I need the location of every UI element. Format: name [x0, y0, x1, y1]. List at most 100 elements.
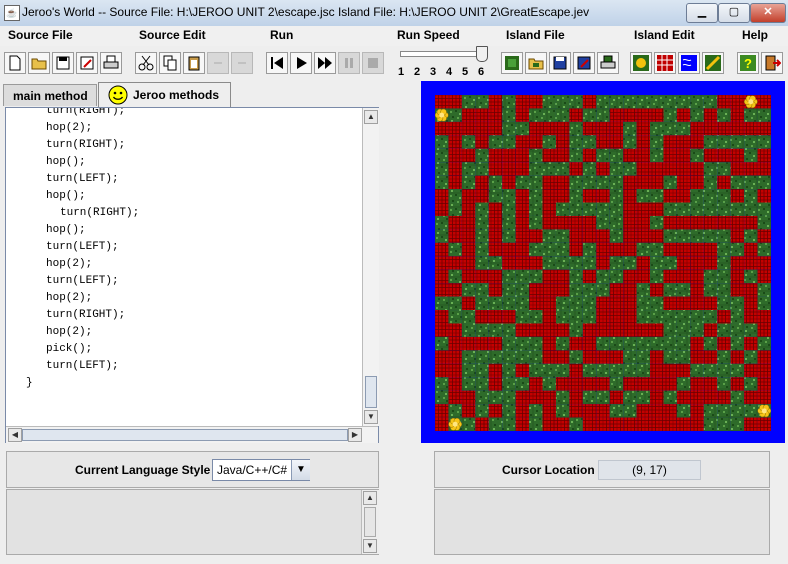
net-cell[interactable] [488, 363, 503, 378]
grass-cell[interactable] [744, 148, 758, 163]
net-cell[interactable] [757, 256, 771, 270]
chevron-down-icon[interactable]: ▼ [291, 460, 310, 480]
grass-cell[interactable] [435, 175, 449, 190]
net-cell[interactable] [663, 296, 677, 311]
grass-cell[interactable] [730, 202, 745, 216]
grass-cell[interactable] [448, 310, 462, 324]
net-cell[interactable] [757, 121, 771, 136]
grass-cell[interactable] [515, 296, 530, 311]
net-cell[interactable] [542, 121, 556, 136]
grass-cell[interactable] [502, 296, 516, 311]
net-cell[interactable] [529, 390, 543, 405]
menu-island-file[interactable]: Island File [506, 28, 565, 42]
grass-cell[interactable] [663, 350, 677, 364]
net-cell[interactable] [623, 108, 637, 122]
net-cell[interactable] [690, 336, 704, 351]
grass-cell[interactable] [623, 390, 637, 405]
net-cell[interactable] [555, 283, 570, 297]
menu-source-file[interactable]: Source File [8, 28, 73, 42]
net-cell[interactable] [515, 162, 530, 176]
net-cell[interactable] [475, 189, 489, 203]
grass-cell[interactable] [703, 175, 718, 190]
net-cell[interactable] [555, 175, 570, 190]
net-cell[interactable] [596, 323, 610, 337]
grass-cell[interactable] [448, 296, 462, 311]
grass-cell[interactable] [529, 189, 543, 203]
net-cell[interactable] [636, 229, 651, 243]
net-cell[interactable] [636, 269, 651, 284]
net-cell[interactable] [569, 390, 583, 405]
grass-cell[interactable] [703, 95, 718, 109]
net-cell[interactable] [596, 417, 610, 431]
grass-cell[interactable] [636, 390, 651, 405]
grass-cell[interactable] [435, 296, 449, 311]
flower-icon[interactable] [757, 404, 771, 418]
net-cell[interactable] [435, 363, 449, 378]
scroll-left-button[interactable]: ◀ [8, 428, 22, 442]
grass-cell[interactable] [717, 256, 731, 270]
net-cell[interactable] [623, 296, 637, 311]
net-cell[interactable] [475, 336, 489, 351]
grass-cell[interactable] [461, 162, 476, 176]
grass-cell[interactable] [730, 336, 745, 351]
print-island-button[interactable] [597, 52, 619, 74]
grass-cell[interactable] [757, 108, 771, 122]
net-cell[interactable] [502, 162, 516, 176]
grass-cell[interactable] [623, 135, 637, 149]
net-cell[interactable] [636, 417, 651, 431]
grass-cell[interactable] [435, 135, 449, 149]
grass-cell[interactable] [515, 121, 530, 136]
net-cell[interactable] [582, 350, 597, 364]
net-cell[interactable] [596, 404, 610, 418]
grass-cell[interactable] [703, 202, 718, 216]
net-cell[interactable] [596, 229, 610, 243]
net-cell[interactable] [690, 215, 704, 230]
net-cell[interactable] [757, 310, 771, 324]
net-cell[interactable] [502, 175, 516, 190]
grass-cell[interactable] [502, 323, 516, 337]
net-cell[interactable] [448, 229, 462, 243]
grass-cell[interactable] [502, 215, 516, 230]
grass-cell[interactable] [730, 296, 745, 311]
grass-cell[interactable] [582, 390, 597, 405]
net-cell[interactable] [690, 242, 704, 257]
grass-cell[interactable] [461, 350, 476, 364]
net-cell[interactable] [623, 175, 637, 190]
net-cell[interactable] [636, 121, 651, 136]
net-cell[interactable] [636, 215, 651, 230]
net-cell[interactable] [730, 377, 745, 391]
net-cell[interactable] [542, 417, 556, 431]
net-cell[interactable] [475, 135, 489, 149]
net-cell[interactable] [744, 296, 758, 311]
net-cell[interactable] [703, 296, 718, 311]
grass-cell[interactable] [515, 269, 530, 284]
grass-cell[interactable] [623, 162, 637, 176]
net-cell[interactable] [757, 229, 771, 243]
net-cell[interactable] [730, 229, 745, 243]
net-cell[interactable] [623, 323, 637, 337]
net-cell[interactable] [650, 363, 664, 378]
net-cell[interactable] [435, 404, 449, 418]
grass-cell[interactable] [717, 296, 731, 311]
grass-cell[interactable] [623, 336, 637, 351]
grass-cell[interactable] [703, 283, 718, 297]
net-cell[interactable] [448, 95, 462, 109]
scroll-down-button[interactable]: ▼ [364, 410, 378, 424]
grass-cell[interactable] [609, 189, 624, 203]
net-cell[interactable] [582, 323, 597, 337]
net-cell[interactable] [515, 323, 530, 337]
grass-cell[interactable] [529, 417, 543, 431]
grass-cell[interactable] [461, 175, 476, 190]
net-cell[interactable] [730, 283, 745, 297]
net-cell[interactable] [717, 175, 731, 190]
net-cell[interactable] [488, 377, 503, 391]
net-cell[interactable] [515, 417, 530, 431]
net-cell[interactable] [744, 363, 758, 378]
grass-cell[interactable] [569, 202, 583, 216]
net-cell[interactable] [676, 215, 691, 230]
net-cell[interactable] [569, 215, 583, 230]
grass-cell[interactable] [461, 135, 476, 149]
net-cell[interactable] [730, 215, 745, 230]
net-cell[interactable] [730, 121, 745, 136]
net-cell[interactable] [461, 269, 476, 284]
